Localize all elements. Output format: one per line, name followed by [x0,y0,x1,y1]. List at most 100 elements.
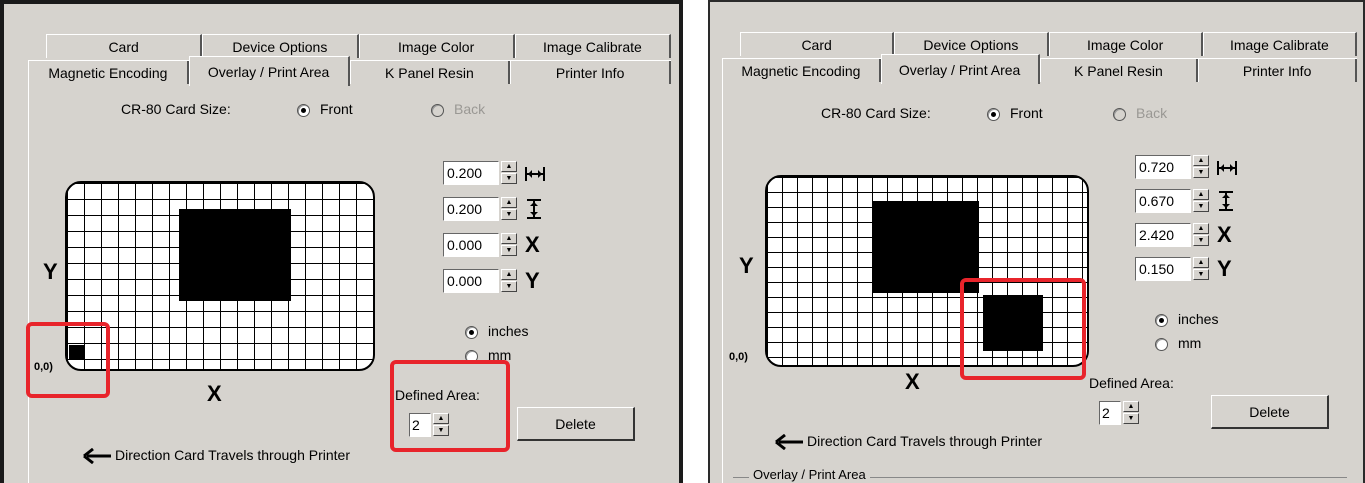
y-axis-label: Y [43,259,58,284]
tab-card[interactable]: Card [740,32,895,56]
tab-image-color[interactable]: Image Color [1048,32,1203,56]
tab-image-calibrate[interactable]: Image Calibrate [514,34,671,58]
x-spinner-arrows[interactable]: ▲ ▼ [1193,223,1209,247]
down-arrow-icon[interactable]: ▼ [501,173,517,184]
tab-content: CR-80 Card Size: Front Back Y X 0,0) 0.7… [722,58,1357,483]
direction-label: Direction Card Travels through Printer [115,447,350,463]
tab-row-1: Card Device Options Image Color Image Ca… [46,34,671,60]
defined-area-label: Defined Area: [1089,375,1174,391]
up-arrow-icon[interactable]: ▲ [1193,155,1209,166]
down-arrow-icon[interactable]: ▼ [1193,167,1209,178]
right-dialog-panel: Card Device Options Image Color Image Ca… [708,0,1365,483]
down-arrow-icon[interactable]: ▼ [501,245,517,256]
defined-area-arrows[interactable]: ▲ ▼ [1123,401,1139,425]
up-arrow-icon[interactable]: ▲ [1193,257,1209,268]
tab-card[interactable]: Card [46,34,203,58]
front-radio[interactable]: Front [297,101,353,117]
tab-image-calibrate[interactable]: Image Calibrate [1202,32,1357,56]
tab-device-options[interactable]: Device Options [202,34,359,58]
width-spinner-arrows[interactable]: ▲ ▼ [1193,155,1209,179]
front-radio-label: Front [1010,105,1043,121]
left-arrow-icon [775,434,803,451]
x-spinner[interactable]: 2.420 ▲ ▼ [1135,223,1215,247]
x-spinner[interactable]: 0.000 ▲ ▼ [443,233,523,257]
width-arrows-icon [525,167,545,181]
inches-radio-label: inches [1178,311,1219,327]
inches-radio[interactable]: inches [1155,311,1218,327]
back-radio: Back [431,101,485,117]
inches-radio-dot [465,325,478,339]
width-arrows-icon [1217,161,1237,175]
up-arrow-icon[interactable]: ▲ [1193,223,1209,234]
width-spinner[interactable]: 0.720 ▲ ▼ [1135,155,1215,179]
height-arrows-icon [527,199,541,219]
direction-label: Direction Card Travels through Printer [807,433,1042,449]
down-arrow-icon[interactable]: ▼ [1193,235,1209,246]
tab-overlay-print-area[interactable]: Overlay / Print Area [880,54,1040,84]
highlight-origin-box [26,322,110,398]
width-value[interactable]: 0.200 [443,161,499,185]
defined-area-spinner[interactable]: 2 ▲ ▼ [1099,401,1139,425]
left-dialog-panel: Card Device Options Image Color Image Ca… [0,0,683,483]
mm-radio-label: mm [1178,335,1202,351]
height-value[interactable]: 0.670 [1135,189,1191,213]
left-arrow-icon [83,448,111,465]
height-spinner[interactable]: 0.670 ▲ ▼ [1135,189,1215,213]
down-arrow-icon[interactable]: ▼ [1193,201,1209,212]
front-radio-dot [987,107,1000,121]
up-arrow-icon[interactable]: ▲ [1123,401,1139,412]
y-value[interactable]: 0.000 [443,269,499,293]
tab-device-options[interactable]: Device Options [894,32,1049,56]
inches-radio[interactable]: inches [465,323,528,339]
up-arrow-icon[interactable]: ▲ [501,269,517,280]
down-arrow-icon[interactable]: ▼ [1193,269,1209,280]
x-unit-label: X [525,232,540,257]
x-spinner-arrows[interactable]: ▲ ▼ [501,233,517,257]
mm-radio-dot [1155,337,1168,351]
height-spinner[interactable]: 0.200 ▲ ▼ [443,197,523,221]
y-spinner-arrows[interactable]: ▲ ▼ [1193,257,1209,281]
mm-radio[interactable]: mm [1155,335,1201,351]
card-size-label: CR-80 Card Size: [821,105,931,121]
print-area-grid[interactable] [65,181,375,371]
front-radio-label: Front [320,101,353,117]
highlight-defined-area-box [960,278,1086,380]
x-value[interactable]: 2.420 [1135,223,1191,247]
up-arrow-icon[interactable]: ▲ [1193,189,1209,200]
up-arrow-icon[interactable]: ▲ [501,161,517,172]
tab-overlay-print-area[interactable]: Overlay / Print Area [188,56,350,86]
up-arrow-icon[interactable]: ▲ [501,197,517,208]
delete-button[interactable]: Delete [1211,395,1329,429]
down-arrow-icon[interactable]: ▼ [501,209,517,220]
tab-content: CR-80 Card Size: Front Back Y X 0,0) 0.2… [28,60,671,483]
width-value[interactable]: 0.720 [1135,155,1191,179]
origin-label: 0,0) [729,351,748,363]
back-radio-dot [431,103,444,117]
up-arrow-icon[interactable]: ▲ [501,233,517,244]
width-spinner[interactable]: 0.200 ▲ ▼ [443,161,523,185]
x-value[interactable]: 0.000 [443,233,499,257]
height-spinner-arrows[interactable]: ▲ ▼ [1193,189,1209,213]
back-radio-label: Back [454,101,486,117]
y-spinner[interactable]: 0.000 ▲ ▼ [443,269,523,293]
direction-indicator: Direction Card Travels through Printer [83,447,350,465]
down-arrow-icon[interactable]: ▼ [501,281,517,292]
y-unit-label: Y [1217,256,1232,281]
defined-area-value[interactable]: 2 [1099,401,1121,425]
front-radio[interactable]: Front [987,105,1043,121]
y-value[interactable]: 0.150 [1135,257,1191,281]
delete-button[interactable]: Delete [517,407,635,441]
back-radio-dot [1113,107,1126,121]
height-spinner-arrows[interactable]: ▲ ▼ [501,197,517,221]
y-axis-label: Y [739,253,754,278]
y-spinner[interactable]: 0.150 ▲ ▼ [1135,257,1215,281]
tab-image-color[interactable]: Image Color [358,34,515,58]
y-spinner-arrows[interactable]: ▲ ▼ [501,269,517,293]
height-value[interactable]: 0.200 [443,197,499,221]
tab-row-1: Card Device Options Image Color Image Ca… [740,32,1357,58]
back-radio-label: Back [1136,105,1168,121]
print-area-block[interactable] [179,209,291,301]
width-spinner-arrows[interactable]: ▲ ▼ [501,161,517,185]
down-arrow-icon[interactable]: ▼ [1123,413,1139,424]
x-axis-label: X [207,381,222,406]
